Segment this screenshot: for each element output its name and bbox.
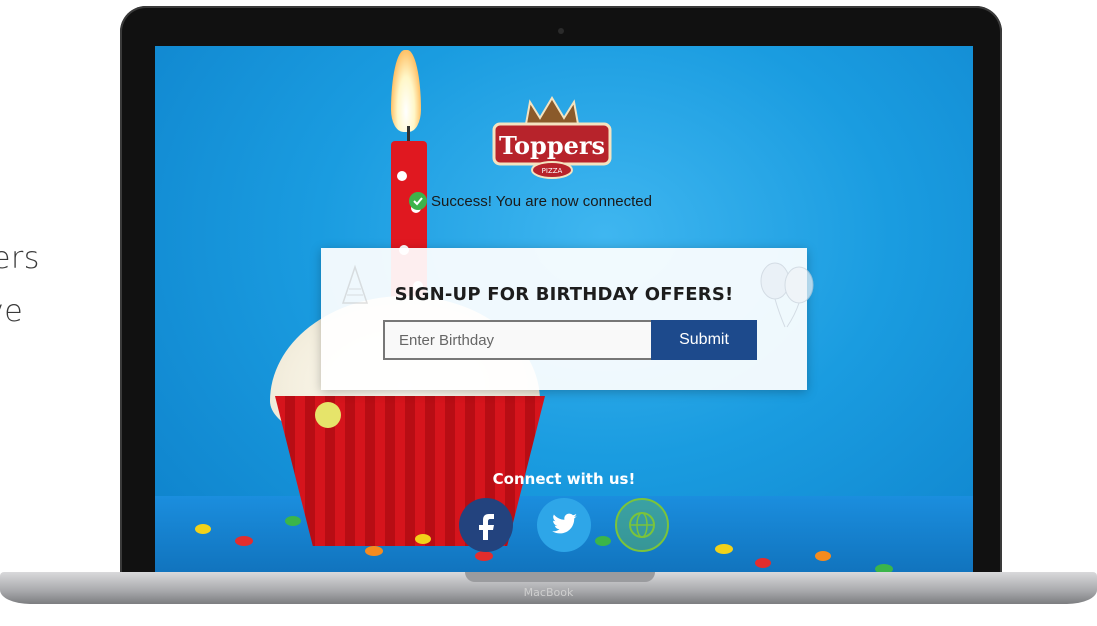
website-globe-icon	[629, 512, 655, 538]
connect-heading: Connect with us!	[492, 470, 636, 488]
sprinkle	[285, 516, 301, 526]
connection-status: Success! You are now connected	[409, 192, 652, 210]
laptop-screen: Toppers PIZZA Success! You are now conne…	[155, 46, 973, 586]
social-links	[459, 498, 669, 552]
toppers-logo: Toppers PIZZA	[492, 96, 612, 179]
facebook-icon	[479, 514, 494, 540]
facebook-link[interactable]	[459, 498, 513, 552]
status-message: Success! You are now connected	[431, 192, 652, 210]
party-decoration-icon	[341, 264, 369, 304]
laptop-notch	[465, 572, 655, 582]
sprinkle	[365, 546, 383, 556]
submit-button[interactable]: Submit	[651, 320, 757, 360]
sprinkle	[815, 551, 831, 561]
sprinkle	[715, 544, 733, 554]
side-marketing-text: ers ve	[0, 232, 40, 338]
sprinkle	[235, 536, 253, 546]
logo-text: Toppers	[499, 131, 605, 160]
sprinkle	[755, 558, 771, 568]
website-link[interactable]	[615, 498, 669, 552]
birthday-signup-card: SIGN-UP FOR BIRTHDAY OFFERS! Submit	[321, 248, 807, 390]
birthday-input[interactable]	[383, 320, 651, 360]
check-icon	[409, 192, 427, 210]
logo-subtext: PIZZA	[542, 167, 563, 175]
twitter-icon	[552, 513, 577, 534]
balloons-icon	[760, 262, 814, 328]
side-text-line-2: ve	[0, 294, 24, 329]
signup-title: SIGN-UP FOR BIRTHDAY OFFERS!	[394, 284, 734, 305]
sprinkle	[315, 402, 341, 428]
side-text-line-1: ers	[0, 241, 40, 276]
sprinkle	[475, 551, 493, 561]
sprinkle	[195, 524, 211, 534]
camera-icon	[558, 28, 564, 34]
candle-flame	[391, 50, 421, 132]
sprinkle	[415, 534, 431, 544]
device-label: MacBook	[523, 586, 574, 599]
twitter-link[interactable]	[537, 498, 591, 552]
